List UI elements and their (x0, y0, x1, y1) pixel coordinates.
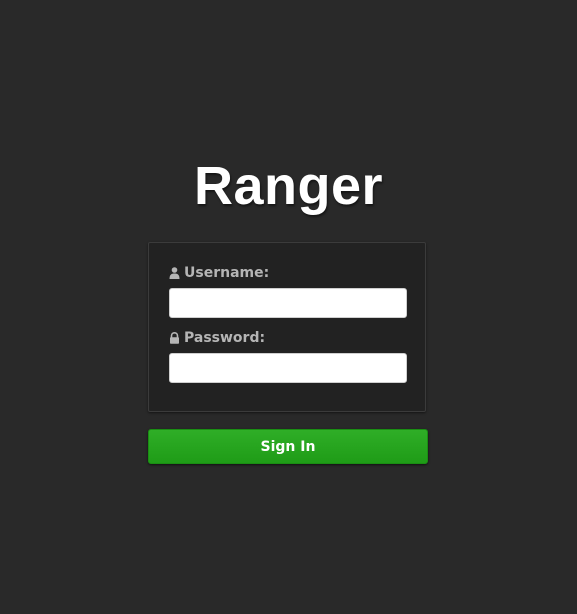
username-label: Username: (169, 265, 269, 281)
password-input[interactable] (169, 353, 407, 383)
ranger-logo: Ranger (193, 156, 384, 216)
password-label-text: Password: (184, 330, 266, 346)
sign-in-button[interactable]: Sign In (148, 429, 428, 464)
password-label: Password: (169, 330, 265, 346)
username-label-text: Username: (184, 265, 270, 281)
user-icon (169, 267, 180, 279)
username-input[interactable] (169, 288, 407, 318)
lock-icon (169, 332, 180, 344)
login-form: Username: Password: (148, 242, 426, 412)
